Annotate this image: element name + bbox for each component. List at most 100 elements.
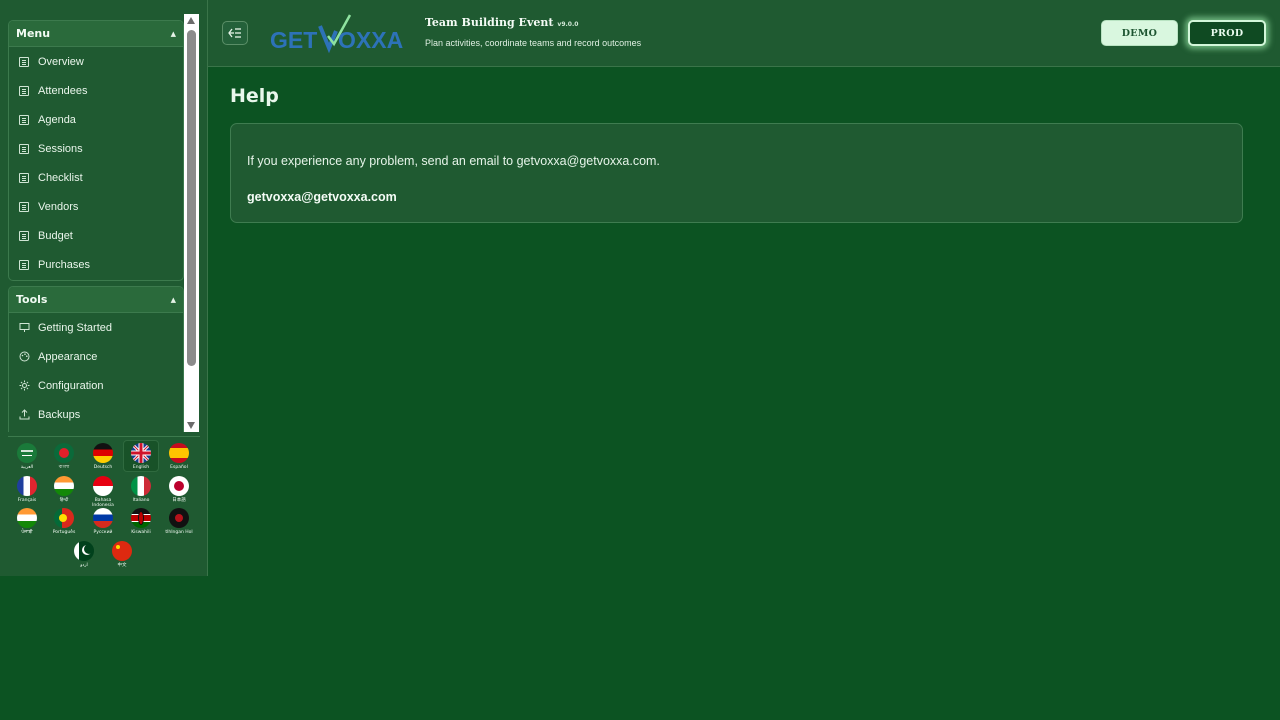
china-flag-icon xyxy=(112,541,132,561)
top-header: GET OXXA Team Building Event v9.0.0 Plan … xyxy=(208,0,1280,67)
sidebar-item-label: Agenda xyxy=(38,113,76,126)
app-title: Team Building Event v9.0.0 xyxy=(425,16,578,29)
language-label: English xyxy=(132,465,150,470)
language-label: اردو xyxy=(80,563,88,568)
sidebar-item-attendees[interactable]: Attendees xyxy=(9,76,183,105)
app-version: v9.0.0 xyxy=(557,21,579,28)
language-label: 中文 xyxy=(117,563,127,568)
collapse-caret-icon[interactable]: ▲ xyxy=(171,30,176,38)
sidebar-item-getting-started[interactable]: Getting Started xyxy=(9,313,183,342)
svg-text:GET: GET xyxy=(270,27,317,53)
app-subtitle: Plan activities, coordinate teams and re… xyxy=(425,38,642,48)
tools-section: Tools ▲ Getting Started Appearance Confi… xyxy=(8,286,184,432)
italy-flag-icon xyxy=(131,476,151,496)
sidebar-item-appearance[interactable]: Appearance xyxy=(9,342,183,371)
sidebar-item-sessions[interactable]: Sessions xyxy=(9,134,183,163)
sidebar-scroll-area: Menu ▲ Overview Attendees Agenda Session… xyxy=(0,14,200,432)
language-label: Deutsch xyxy=(93,465,113,470)
language-french[interactable]: Français xyxy=(9,476,45,503)
language-arabic[interactable]: العربية xyxy=(9,443,45,470)
sidebar-item-purchases[interactable]: Purchases xyxy=(9,250,183,279)
collapse-sidebar-button[interactable] xyxy=(222,21,248,45)
language-label: Kiswahili xyxy=(131,530,151,535)
sidebar: Menu ▲ Overview Attendees Agenda Session… xyxy=(0,0,208,576)
upload-icon xyxy=(19,409,30,420)
sidebar-item-checklist[interactable]: Checklist xyxy=(9,163,183,192)
language-russian[interactable]: Русский xyxy=(85,508,121,535)
language-label: tlhIngan Hol xyxy=(165,530,193,535)
language-german[interactable]: Deutsch xyxy=(85,443,121,470)
language-label: Français xyxy=(17,498,37,503)
sidebar-item-label: Appearance xyxy=(38,350,98,363)
language-bengali[interactable]: বাংলা xyxy=(46,443,82,470)
collapse-menu-icon xyxy=(228,28,241,38)
language-label: ਪੰਜਾਬੀ xyxy=(21,530,33,535)
sidebar-item-label: Checklist xyxy=(38,171,83,184)
language-punjabi[interactable]: ਪੰਜਾਬੀ xyxy=(9,508,45,535)
klingon-emblem-icon xyxy=(169,508,189,528)
document-icon xyxy=(19,230,29,241)
language-label: বাংলা xyxy=(58,465,70,470)
portugal-flag-icon xyxy=(54,508,74,528)
demo-button[interactable]: DEMO xyxy=(1101,20,1178,46)
language-hindi[interactable]: हिन्दी xyxy=(46,476,82,503)
help-card: If you experience any problem, send an e… xyxy=(230,123,1243,223)
bangladesh-flag-icon xyxy=(54,443,74,463)
language-english[interactable]: English xyxy=(123,440,159,472)
language-swahili[interactable]: Kiswahili xyxy=(123,508,159,535)
language-label: العربية xyxy=(20,465,34,470)
india-flag-icon xyxy=(17,508,37,528)
spain-flag-icon xyxy=(169,443,189,463)
language-label: Bahasa Indonesia xyxy=(92,498,114,508)
document-icon xyxy=(19,56,29,67)
menu-section-header[interactable]: Menu ▲ xyxy=(9,21,183,47)
scroll-up-arrow-icon[interactable] xyxy=(187,17,195,24)
app-title-text: Team Building Event xyxy=(425,16,554,29)
language-italian[interactable]: Italiano xyxy=(123,476,159,503)
divider xyxy=(8,436,200,437)
scroll-down-arrow-icon[interactable] xyxy=(187,422,195,429)
sidebar-item-agenda[interactable]: Agenda xyxy=(9,105,183,134)
tools-section-header[interactable]: Tools ▲ xyxy=(9,287,183,313)
japan-flag-icon xyxy=(169,476,189,496)
document-icon xyxy=(19,172,29,183)
sidebar-item-label: Attendees xyxy=(38,84,88,97)
language-label: हिन्दी xyxy=(59,498,69,503)
russia-flag-icon xyxy=(93,508,113,528)
sidebar-item-overview[interactable]: Overview xyxy=(9,47,183,76)
language-klingon[interactable]: tlhIngan Hol xyxy=(161,508,197,535)
sidebar-item-backups[interactable]: Backups xyxy=(9,400,183,429)
collapse-caret-icon[interactable]: ▲ xyxy=(171,296,176,304)
language-urdu[interactable]: اردو xyxy=(66,541,102,568)
help-email-link[interactable]: getvoxxa@getvoxxa.com xyxy=(247,190,397,204)
sidebar-item-label: Sessions xyxy=(38,142,83,155)
language-japanese[interactable]: 日本語 xyxy=(161,476,197,503)
language-label: 日本語 xyxy=(172,498,186,503)
help-text: If you experience any problem, send an e… xyxy=(247,154,660,168)
sidebar-item-budget[interactable]: Budget xyxy=(9,221,183,250)
sidebar-item-label: Budget xyxy=(38,229,73,242)
menu-section: Menu ▲ Overview Attendees Agenda Session… xyxy=(8,20,184,281)
language-spanish[interactable]: Español xyxy=(161,443,197,470)
language-label: Português xyxy=(52,530,76,535)
sidebar-item-label: Vendors xyxy=(38,200,79,213)
document-icon xyxy=(19,85,29,96)
france-flag-icon xyxy=(17,476,37,496)
scrollbar-thumb[interactable] xyxy=(187,30,196,366)
prod-button[interactable]: PROD xyxy=(1188,20,1266,46)
palette-icon xyxy=(19,351,30,362)
menu-section-title: Menu xyxy=(16,27,51,40)
page-title: Help xyxy=(230,85,279,107)
language-label: Русский xyxy=(93,530,113,535)
document-icon xyxy=(19,201,29,212)
sidebar-item-label: Purchases xyxy=(38,258,90,271)
language-label: Italiano xyxy=(132,498,150,503)
sidebar-item-configuration[interactable]: Configuration xyxy=(9,371,183,400)
language-portuguese[interactable]: Português xyxy=(46,508,82,535)
language-indonesian[interactable]: Bahasa Indonesia xyxy=(85,476,121,508)
sidebar-item-vendors[interactable]: Vendors xyxy=(9,192,183,221)
germany-flag-icon xyxy=(93,443,113,463)
saudi-flag-icon xyxy=(17,443,37,463)
sidebar-scrollbar[interactable] xyxy=(184,14,199,432)
language-chinese[interactable]: 中文 xyxy=(104,541,140,568)
